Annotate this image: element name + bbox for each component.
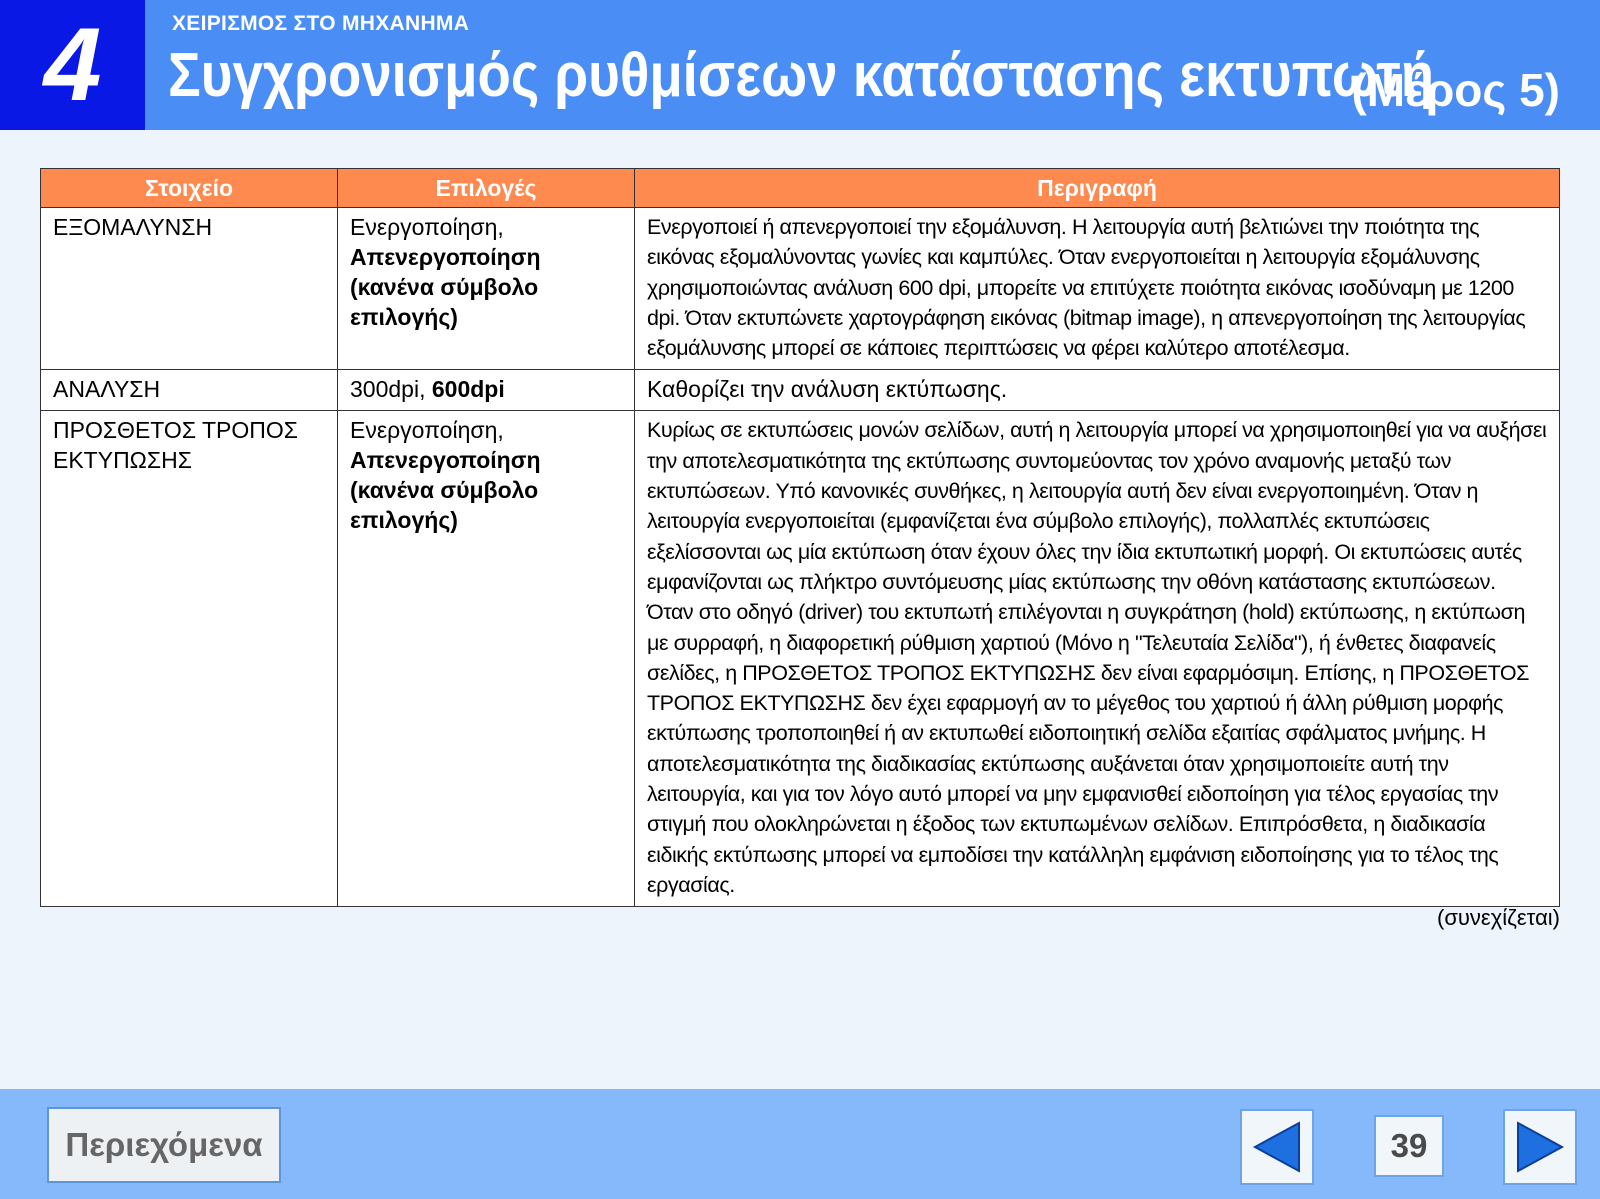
page-number: 39 bbox=[1374, 1115, 1444, 1177]
cell-options: 300dpi, 600dpi bbox=[337, 369, 635, 412]
section-label: ΧΕΙΡΙΣΜΟΣ ΣΤΟ ΜΗΧΑΝΗΜΑ bbox=[172, 12, 470, 35]
table-row: ΑΝΑΛΥΣΗ 300dpi, 600dpi Καθορίζει την ανά… bbox=[40, 369, 1560, 412]
cell-description: Καθορίζει την ανάλυση εκτύπωσης. bbox=[634, 369, 1560, 412]
triangle-right-icon bbox=[1517, 1121, 1565, 1173]
table-row: ΕΞΟΜΑΛΥΝΣΗ Ενεργοποίηση, Απενεργοποίηση … bbox=[40, 206, 1560, 371]
option-plain: Ενεργοποίηση, bbox=[350, 214, 504, 240]
option-default: Απενεργοποίηση (κανένα σύμβολο επιλογής) bbox=[350, 447, 541, 534]
page-header: 4 ΧΕΙΡΙΣΜΟΣ ΣΤΟ ΜΗΧΑΝΗΜΑ Συγχρονισμός ρυ… bbox=[0, 0, 1600, 130]
cell-item: ΠΡΟΣΘΕΤΟΣ ΤΡΟΠΟΣ ΕΚΤΥΠΩΣΗΣ bbox=[40, 410, 338, 908]
cell-description: Ενεργοποιεί ή απενεργοποιεί την εξομάλυν… bbox=[634, 206, 1560, 371]
previous-page-button[interactable] bbox=[1240, 1109, 1314, 1185]
column-header-description: Περιγραφή bbox=[634, 168, 1560, 208]
column-header-options: Επιλογές bbox=[337, 168, 635, 208]
table-row: ΠΡΟΣΘΕΤΟΣ ΤΡΟΠΟΣ ΕΚΤΥΠΩΣΗΣ Ενεργοποίηση,… bbox=[40, 410, 1560, 908]
column-header-item: Στοιχείο bbox=[40, 168, 338, 208]
chapter-badge: 4 bbox=[0, 0, 145, 130]
chapter-number: 4 bbox=[43, 7, 102, 123]
cell-description: Κυρίως σε εκτυπώσεις μονών σελίδων, αυτή… bbox=[634, 410, 1560, 908]
triangle-left-icon bbox=[1252, 1121, 1300, 1173]
contents-button[interactable]: Περιεχόμενα bbox=[47, 1107, 281, 1183]
option-plain: Ενεργοποίηση, bbox=[350, 417, 504, 444]
continued-label: (συνεχίζεται) bbox=[1437, 905, 1560, 930]
title-part: (Μέρος 5) bbox=[1351, 64, 1560, 116]
settings-table: Στοιχείο Επιλογές Περιγραφή ΕΞΟΜΑΛΥΝΣΗ Ε… bbox=[40, 168, 1560, 908]
cell-item: ΑΝΑΛΥΣΗ bbox=[40, 369, 338, 412]
page-footer: Περιεχόμενα 39 bbox=[0, 1089, 1600, 1199]
option-plain: 300dpi, bbox=[350, 376, 432, 403]
page-title: Συγχρονισμός ρυθμίσεων κατάστασης εκτυπω… bbox=[168, 41, 1435, 110]
cell-options: Ενεργοποίηση, Απενεργοποίηση (κανένα σύμ… bbox=[337, 206, 635, 371]
cell-item: ΕΞΟΜΑΛΥΝΣΗ bbox=[40, 206, 338, 371]
table-header-row: Στοιχείο Επιλογές Περιγραφή bbox=[40, 168, 1560, 208]
cell-options: Ενεργοποίηση, Απενεργοποίηση (κανένα σύμ… bbox=[337, 410, 635, 908]
next-page-button[interactable] bbox=[1503, 1109, 1577, 1185]
option-default: 600dpi bbox=[431, 376, 505, 403]
option-default: Απενεργοποίηση (κανένα σύμβολο επιλογής) bbox=[350, 244, 541, 330]
